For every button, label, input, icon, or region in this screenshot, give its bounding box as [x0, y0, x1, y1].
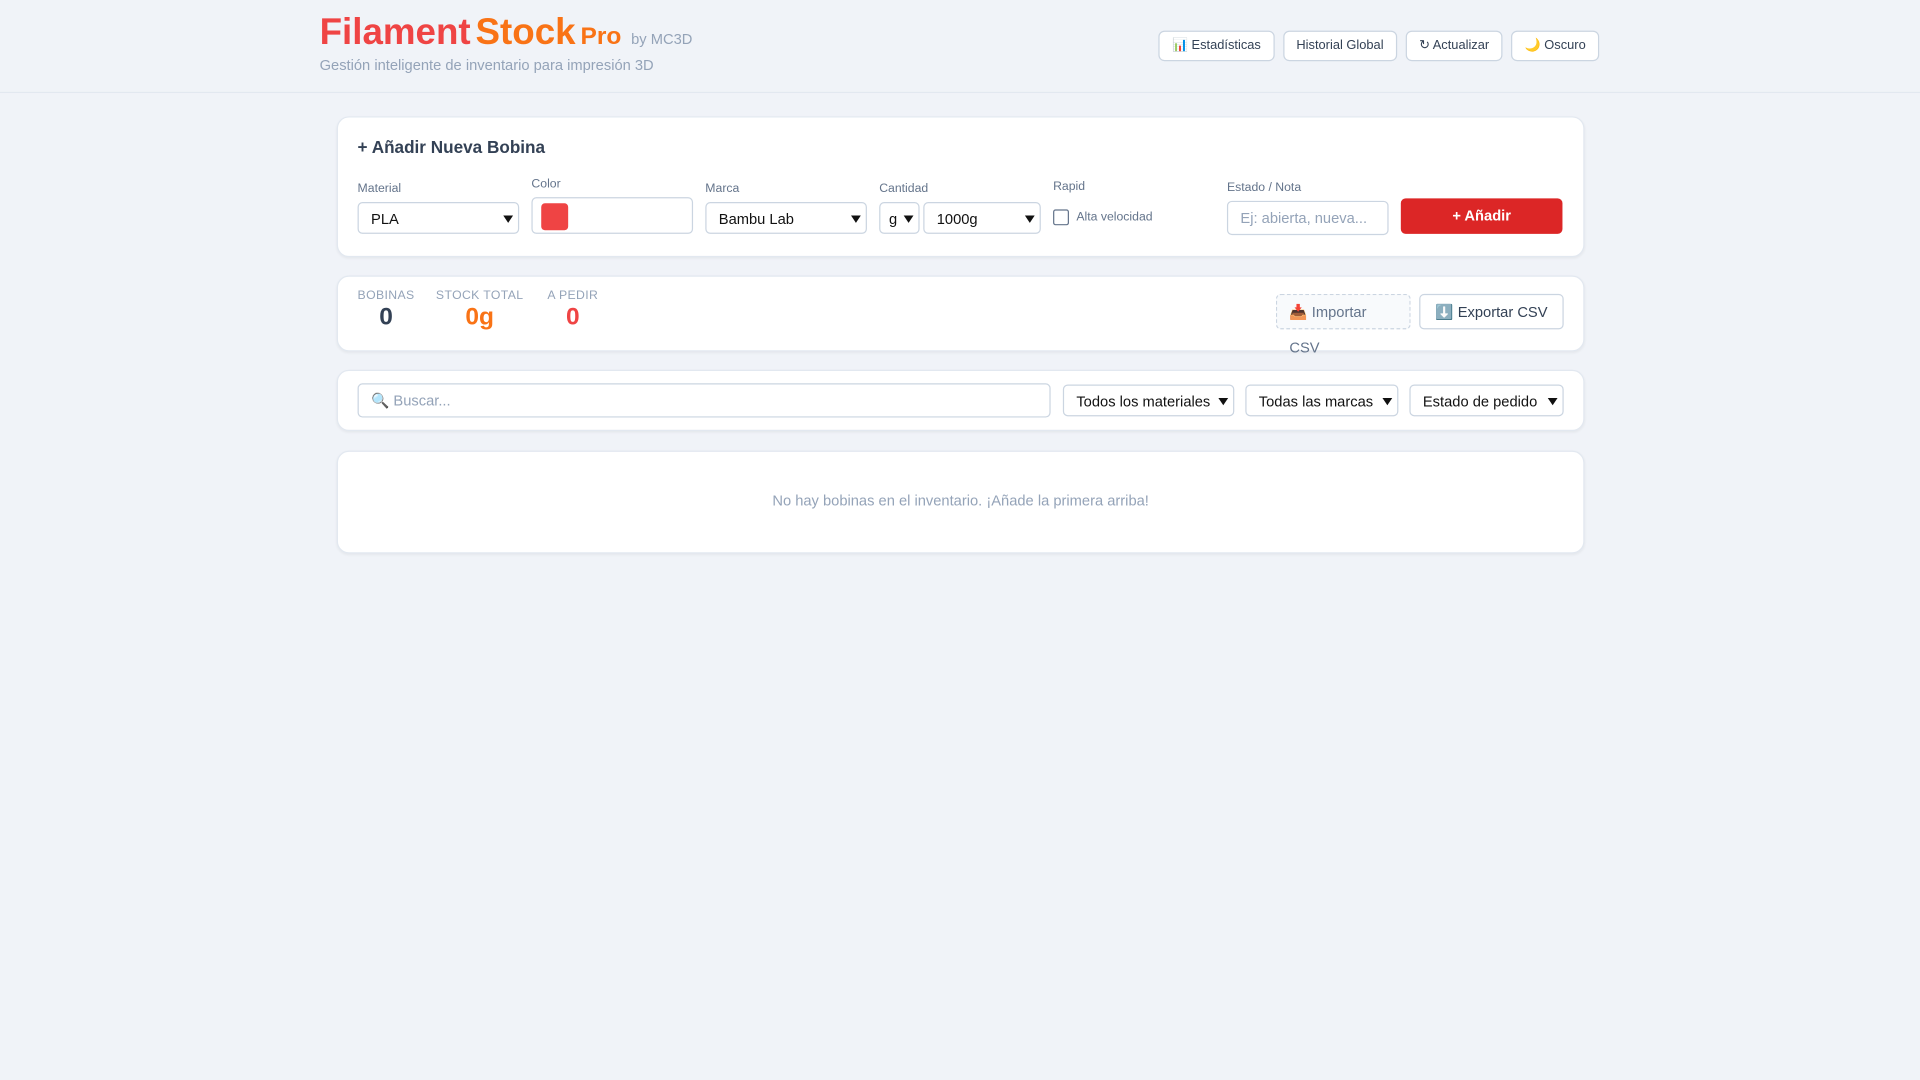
quantity-select[interactable]: 1000g	[923, 202, 1041, 234]
status-input[interactable]: Ej: abierta, nueva...	[1226, 200, 1389, 236]
search-input[interactable]: 🔍 Buscar...	[357, 383, 1051, 418]
stat-spools: BOBINAS 0	[358, 289, 415, 332]
brand-filament: Filament	[319, 12, 471, 53]
refresh-button[interactable]: ↻ Actualizar	[1405, 30, 1503, 62]
order-status-filter-select[interactable]: Estado de pedido	[1409, 384, 1564, 417]
stats-card: BOBINAS 0 STOCK TOTAL 0g A PEDIR 0 📥 Imp…	[336, 275, 1585, 356]
subtitle: Gestión inteligente de inventario para i…	[319, 56, 654, 74]
material-select[interactable]: PLA	[357, 202, 520, 234]
global-history-button[interactable]: Historial Global	[1282, 30, 1398, 62]
export-csv-button[interactable]: ⬇️ Exportar CSV	[1419, 293, 1564, 330]
statistics-button[interactable]: 📊 Estadísticas	[1158, 30, 1275, 62]
brand-by: by MC3D	[631, 30, 693, 48]
empty-inventory-message: No hay bobinas en el inventario. ¡Añade …	[772, 492, 1149, 510]
color-label: Color	[531, 177, 561, 192]
status-label: Estado / Nota	[1226, 181, 1302, 195]
status-placeholder: Ej: abierta, nueva...	[1240, 209, 1368, 227]
app-root: Filament Stock Pro by MC3D Gestión intelige…	[0, 0, 1920, 1080]
quantity-label: Cantidad	[879, 182, 929, 196]
stat-spools-label: BOBINAS	[357, 288, 415, 303]
dark-mode-button[interactable]: 🌙 Oscuro	[1511, 30, 1600, 62]
brand-filter-select[interactable]: Todas las marcas	[1245, 384, 1399, 417]
inventory-card: No hay bobinas en el inventario. ¡Añade …	[336, 450, 1585, 554]
color-swatch	[541, 203, 569, 231]
search-placeholder: 🔍 Buscar...	[371, 391, 451, 409]
rapid-label: Rapid	[1053, 180, 1086, 194]
color-picker[interactable]	[531, 197, 694, 234]
material-label: Material	[357, 182, 402, 196]
rapid-checkbox[interactable]	[1053, 209, 1069, 226]
add-spool-button[interactable]: + Añadir	[1400, 198, 1563, 234]
add-spool-card: + Añadir Nueva Bobina Material PLA Color…	[336, 116, 1585, 258]
stat-order-value: 0	[565, 303, 580, 331]
import-csv-button[interactable]: 📥 Importar CSV	[1275, 293, 1411, 356]
header: Filament Stock Pro by MC3D Gestión intelige…	[0, 0, 1920, 94]
stat-order: A PEDIR 0	[547, 289, 598, 332]
header-actions: 📊 Estadísticas Historial Global ↻ Actual…	[1158, 30, 1600, 62]
stat-total: STOCK TOTAL 0g	[436, 289, 524, 332]
stat-total-label: STOCK TOTAL	[435, 288, 524, 303]
brand-stock: Stock	[475, 12, 576, 53]
filters-card: 🔍 Buscar... Todos los materiales Todas l…	[336, 369, 1585, 432]
brand-label: Marca	[705, 182, 740, 196]
material-filter-select[interactable]: Todos los materiales	[1062, 384, 1235, 417]
stat-total-value: 0g	[465, 303, 494, 331]
rapid-checkbox-label: Alta velocidad	[1076, 210, 1153, 225]
stat-order-label: A PEDIR	[547, 288, 599, 303]
add-spool-title: + Añadir Nueva Bobina	[357, 137, 546, 157]
stat-spools-value: 0	[379, 303, 393, 331]
unit-select[interactable]: g	[879, 202, 920, 234]
brand-pro: Pro	[580, 23, 622, 51]
brand-logo: Filament Stock Pro by MC3D	[320, 12, 693, 54]
brand-select[interactable]: Bambu Lab	[705, 202, 867, 234]
